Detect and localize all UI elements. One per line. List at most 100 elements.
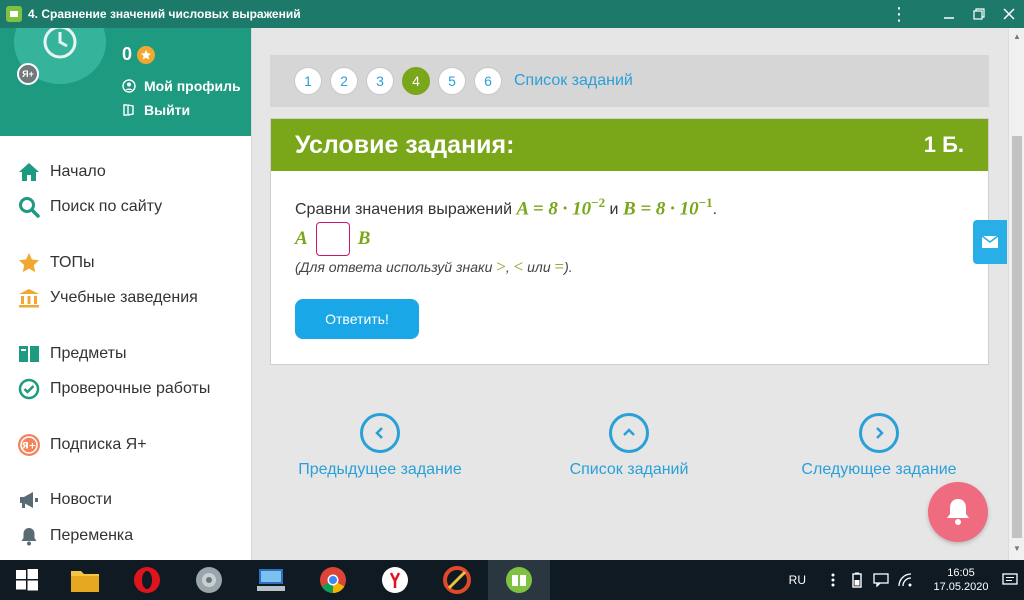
my-profile-link[interactable]: Мой профиль (122, 78, 241, 94)
expression-a: A = 8 · 10−2 (516, 195, 606, 220)
task-number-3[interactable]: 3 (366, 67, 394, 95)
minimize-button[interactable] (934, 0, 964, 28)
wifi-icon[interactable] (894, 570, 916, 590)
task-points: 1 Б. (923, 132, 964, 157)
submit-answer-button[interactable]: Ответить! (295, 299, 419, 339)
restore-button[interactable] (964, 0, 994, 28)
question-period: . (712, 201, 718, 219)
feedback-mail-button[interactable] (973, 220, 1007, 264)
sidebar-item-search[interactable]: Поиск по сайту (0, 190, 251, 226)
chrome-icon (320, 567, 346, 594)
mail-icon (981, 235, 999, 248)
subscription-badge: Я+ (17, 63, 39, 85)
chevron-left-icon (360, 413, 400, 453)
close-button[interactable] (994, 0, 1024, 28)
home-icon (16, 160, 42, 184)
yandex-icon (382, 567, 408, 593)
windows-logo-icon (16, 569, 38, 591)
scroll-thumb[interactable] (1012, 136, 1022, 538)
sidebar-item-home[interactable]: Начало (0, 154, 251, 190)
star-icon (137, 45, 156, 64)
svg-text:Я+: Я+ (22, 441, 36, 451)
sidebar: Я+ 0 Мой профиль Выйти Начало Поиск по с… (0, 28, 252, 560)
scroll-down-icon[interactable]: ▼ (1012, 544, 1022, 554)
book-icon (16, 342, 42, 366)
taskbar-ccleaner[interactable] (426, 560, 488, 600)
system-tray: RU 16:05 17.05.2020 (789, 560, 1024, 600)
page-scrollbar[interactable]: ▲ ▼ (1008, 28, 1024, 560)
answer-row: A B (295, 222, 964, 256)
taskbar-yaklass[interactable] (488, 560, 550, 600)
task-number-1[interactable]: 1 (294, 67, 322, 95)
sidebar-item-subjects[interactable]: Предметы (0, 336, 251, 372)
taskbar-file-explorer[interactable] (54, 560, 116, 600)
sidebar-item-label: Подписка Я+ (50, 435, 147, 453)
task-header-title: Условие задания: (295, 130, 515, 159)
sidebar-item-subscription[interactable]: Я+ Подписка Я+ (0, 427, 251, 463)
task-card-header: Условие задания: 1 Б. (271, 119, 988, 171)
computer-icon (257, 569, 285, 591)
battery-icon[interactable] (846, 570, 868, 590)
megaphone-icon (16, 488, 42, 512)
opera-icon (134, 567, 160, 593)
sidebar-item-label: Поиск по сайту (50, 198, 163, 216)
task-card: Условие задания: 1 Б. Сравни значения вы… (270, 118, 989, 365)
taskbar-chrome[interactable] (302, 560, 364, 600)
task-number-6[interactable]: 6 (474, 67, 502, 95)
clock-date: 17.05.2020 (933, 581, 989, 593)
task-number-5[interactable]: 5 (438, 67, 466, 95)
taskbar-opera[interactable] (116, 560, 178, 600)
sidebar-item-label: Переменка (50, 526, 134, 544)
folder-icon (71, 571, 99, 592)
sidebar-item-label: ТОПы (50, 253, 95, 271)
sidebar-item-label: Учебные заведения (50, 289, 198, 307)
chevron-up-icon (609, 413, 649, 453)
tray-overflow-icon[interactable] (822, 570, 844, 590)
profile-panel: Я+ 0 Мой профиль Выйти (0, 28, 251, 136)
task-list-link[interactable]: Список заданий (514, 72, 633, 90)
logout-link[interactable]: Выйти (122, 102, 190, 118)
subscription-icon: Я+ (16, 433, 42, 457)
next-task-link[interactable]: Следующее задание (797, 413, 961, 479)
sidebar-item-tops[interactable]: ТОПы (0, 245, 251, 281)
notification-center-icon[interactable] (996, 573, 1024, 587)
task-number-4[interactable]: 4 (402, 67, 430, 95)
chevron-right-icon (859, 413, 899, 453)
bell-icon (947, 499, 969, 525)
check-circle-icon (16, 377, 42, 401)
sidebar-item-schools[interactable]: Учебные заведения (0, 281, 251, 317)
question-conjunction: и (609, 201, 619, 219)
answer-input[interactable] (315, 222, 350, 256)
taskbar-yandex[interactable] (364, 560, 426, 600)
previous-task-link[interactable]: Предыдущее задание (295, 413, 465, 479)
speaker-icon (196, 567, 222, 593)
main-content: 1 2 3 4 5 6 Список заданий Условие задан… (253, 28, 1008, 560)
message-icon[interactable] (870, 570, 892, 590)
notifications-button[interactable] (928, 482, 988, 542)
task-list-bottom-link[interactable]: Список заданий (555, 413, 703, 479)
scroll-up-icon[interactable]: ▲ (1012, 32, 1022, 42)
answer-hint: (Для ответа используй знаки >, < или =). (295, 257, 573, 276)
ccleaner-icon (443, 566, 471, 594)
sidebar-item-tests[interactable]: Проверочные работы (0, 372, 251, 408)
window-title: 4. Сравнение значений числовых выражений (28, 7, 301, 21)
sidebar-item-label: Новости (50, 491, 112, 509)
task-number-2[interactable]: 2 (330, 67, 358, 95)
yaklass-app-icon (506, 567, 532, 593)
sidebar-item-news[interactable]: Новости (0, 483, 251, 519)
building-icon (16, 286, 42, 310)
taskbar-speaker-app[interactable] (178, 560, 240, 600)
taskbar-computer[interactable] (240, 560, 302, 600)
sidebar-item-break[interactable]: Переменка (0, 518, 251, 554)
points-counter: 0 (122, 44, 156, 65)
task-number-bar: 1 2 3 4 5 6 Список заданий (270, 55, 989, 107)
more-menu-icon[interactable]: ⋮ (884, 0, 914, 28)
search-icon (16, 195, 42, 219)
logout-label: Выйти (144, 102, 191, 118)
sidebar-item-label: Проверочные работы (50, 380, 211, 398)
bell-icon (16, 524, 42, 548)
start-button[interactable] (0, 560, 54, 600)
system-clock[interactable]: 16:05 17.05.2020 (926, 566, 996, 594)
sidebar-item-label: Начало (50, 162, 106, 180)
language-indicator[interactable]: RU (789, 573, 806, 587)
